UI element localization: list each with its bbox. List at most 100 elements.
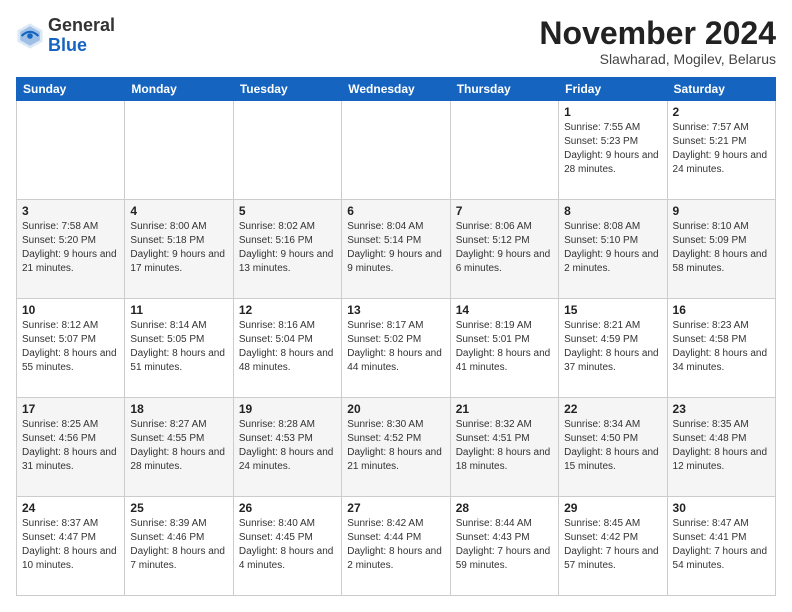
day-number: 1 bbox=[564, 105, 661, 119]
day-number: 29 bbox=[564, 501, 661, 515]
day-number: 11 bbox=[130, 303, 227, 317]
table-row: 1 Sunrise: 7:55 AMSunset: 5:23 PMDaylight… bbox=[559, 101, 667, 200]
day-info: Sunrise: 7:55 AMSunset: 5:23 PMDaylight:… bbox=[564, 122, 659, 175]
table-row bbox=[342, 101, 450, 200]
day-number: 12 bbox=[239, 303, 336, 317]
day-info: Sunrise: 8:16 AMSunset: 5:04 PMDaylight:… bbox=[239, 320, 334, 373]
calendar-week-row: 10 Sunrise: 8:12 AMSunset: 5:07 PMDayligh… bbox=[17, 299, 776, 398]
table-row: 11 Sunrise: 8:14 AMSunset: 5:05 PMDayligh… bbox=[125, 299, 233, 398]
day-number: 22 bbox=[564, 402, 661, 416]
day-info: Sunrise: 7:57 AMSunset: 5:21 PMDaylight:… bbox=[673, 122, 768, 175]
day-info: Sunrise: 8:23 AMSunset: 4:58 PMDaylight:… bbox=[673, 320, 768, 373]
day-number: 16 bbox=[673, 303, 770, 317]
day-info: Sunrise: 8:30 AMSunset: 4:52 PMDaylight:… bbox=[347, 419, 442, 472]
table-row: 14Sunrise: 8:19 AMSunset: 5:01 PMDayligh… bbox=[450, 299, 558, 398]
table-row: 8 Sunrise: 8:08 AMSunset: 5:10 PMDaylight… bbox=[559, 200, 667, 299]
logo-icon bbox=[16, 22, 44, 50]
day-number: 19 bbox=[239, 402, 336, 416]
calendar-table: Sunday Monday Tuesday Wednesday Thursday… bbox=[16, 77, 776, 596]
table-row: 2 Sunrise: 7:57 AMSunset: 5:21 PMDaylight… bbox=[667, 101, 775, 200]
table-row: 23 Sunrise: 8:35 AMSunset: 4:48 PMDayligh… bbox=[667, 398, 775, 497]
table-row: 27 Sunrise: 8:42 AMSunset: 4:44 PMDayligh… bbox=[342, 497, 450, 596]
day-number: 6 bbox=[347, 204, 444, 218]
day-number: 20 bbox=[347, 402, 444, 416]
day-info: Sunrise: 8:21 AMSunset: 4:59 PMDaylight:… bbox=[564, 320, 659, 373]
table-row: 22 Sunrise: 8:34 AMSunset: 4:50 PMDayligh… bbox=[559, 398, 667, 497]
day-number: 27 bbox=[347, 501, 444, 515]
day-info: Sunrise: 8:40 AMSunset: 4:45 PMDaylight:… bbox=[239, 518, 334, 571]
day-number: 10 bbox=[22, 303, 119, 317]
calendar-week-row: 17 Sunrise: 8:25 AMSunset: 4:56 PMDayligh… bbox=[17, 398, 776, 497]
calendar-header-row: Sunday Monday Tuesday Wednesday Thursday… bbox=[17, 78, 776, 101]
day-info: Sunrise: 8:08 AMSunset: 5:10 PMDaylight:… bbox=[564, 221, 659, 274]
col-sunday: Sunday bbox=[17, 78, 125, 101]
table-row bbox=[17, 101, 125, 200]
day-info: Sunrise: 8:39 AMSunset: 4:46 PMDaylight:… bbox=[130, 518, 225, 571]
calendar-week-row: 1 Sunrise: 7:55 AMSunset: 5:23 PMDaylight… bbox=[17, 101, 776, 200]
day-number: 17 bbox=[22, 402, 119, 416]
calendar-week-row: 3Sunrise: 7:58 AMSunset: 5:20 PMDaylight… bbox=[17, 200, 776, 299]
day-info: Sunrise: 8:25 AMSunset: 4:56 PMDaylight:… bbox=[22, 419, 117, 472]
table-row: 26 Sunrise: 8:40 AMSunset: 4:45 PMDayligh… bbox=[233, 497, 341, 596]
day-number: 28 bbox=[456, 501, 553, 515]
day-info: Sunrise: 8:06 AMSunset: 5:12 PMDaylight:… bbox=[456, 221, 551, 274]
day-number: 7 bbox=[456, 204, 553, 218]
col-monday: Monday bbox=[125, 78, 233, 101]
table-row: 4 Sunrise: 8:00 AMSunset: 5:18 PMDaylight… bbox=[125, 200, 233, 299]
table-row bbox=[233, 101, 341, 200]
day-number: 24 bbox=[22, 501, 119, 515]
table-row: 28 Sunrise: 8:44 AMSunset: 4:43 PMDayligh… bbox=[450, 497, 558, 596]
logo-blue: Blue bbox=[48, 36, 115, 56]
logo-text: General Blue bbox=[48, 16, 115, 56]
day-info: Sunrise: 8:19 AMSunset: 5:01 PMDaylight:… bbox=[456, 320, 551, 373]
table-row: 7 Sunrise: 8:06 AMSunset: 5:12 PMDaylight… bbox=[450, 200, 558, 299]
day-number: 2 bbox=[673, 105, 770, 119]
table-row: 3Sunrise: 7:58 AMSunset: 5:20 PMDaylight… bbox=[17, 200, 125, 299]
day-info: Sunrise: 8:14 AMSunset: 5:05 PMDaylight:… bbox=[130, 320, 225, 373]
table-row: 10 Sunrise: 8:12 AMSunset: 5:07 PMDayligh… bbox=[17, 299, 125, 398]
day-number: 25 bbox=[130, 501, 227, 515]
table-row bbox=[125, 101, 233, 200]
table-row: 19Sunrise: 8:28 AMSunset: 4:53 PMDayligh… bbox=[233, 398, 341, 497]
month-title: November 2024 bbox=[539, 16, 776, 51]
day-number: 13 bbox=[347, 303, 444, 317]
day-info: Sunrise: 8:02 AMSunset: 5:16 PMDaylight:… bbox=[239, 221, 334, 274]
day-info: Sunrise: 8:10 AMSunset: 5:09 PMDaylight:… bbox=[673, 221, 768, 274]
day-number: 18 bbox=[130, 402, 227, 416]
day-number: 9 bbox=[673, 204, 770, 218]
day-info: Sunrise: 8:44 AMSunset: 4:43 PMDaylight:… bbox=[456, 518, 551, 571]
location-subtitle: Slawharad, Mogilev, Belarus bbox=[539, 51, 776, 67]
calendar-week-row: 24 Sunrise: 8:37 AMSunset: 4:47 PMDayligh… bbox=[17, 497, 776, 596]
day-info: Sunrise: 8:04 AMSunset: 5:14 PMDaylight:… bbox=[347, 221, 442, 274]
day-number: 4 bbox=[130, 204, 227, 218]
table-row: 9 Sunrise: 8:10 AMSunset: 5:09 PMDaylight… bbox=[667, 200, 775, 299]
table-row: 17 Sunrise: 8:25 AMSunset: 4:56 PMDayligh… bbox=[17, 398, 125, 497]
day-info: Sunrise: 8:37 AMSunset: 4:47 PMDaylight:… bbox=[22, 518, 117, 571]
header: General Blue November 2024 Slawharad, Mo… bbox=[16, 16, 776, 67]
col-wednesday: Wednesday bbox=[342, 78, 450, 101]
day-number: 23 bbox=[673, 402, 770, 416]
day-info: Sunrise: 8:32 AMSunset: 4:51 PMDaylight:… bbox=[456, 419, 551, 472]
day-number: 30 bbox=[673, 501, 770, 515]
logo: General Blue bbox=[16, 16, 115, 56]
table-row bbox=[450, 101, 558, 200]
table-row: 25 Sunrise: 8:39 AMSunset: 4:46 PMDayligh… bbox=[125, 497, 233, 596]
day-number: 26 bbox=[239, 501, 336, 515]
table-row: 16 Sunrise: 8:23 AMSunset: 4:58 PMDayligh… bbox=[667, 299, 775, 398]
day-number: 8 bbox=[564, 204, 661, 218]
day-number: 15 bbox=[564, 303, 661, 317]
col-tuesday: Tuesday bbox=[233, 78, 341, 101]
table-row: 13Sunrise: 8:17 AMSunset: 5:02 PMDayligh… bbox=[342, 299, 450, 398]
day-info: Sunrise: 8:35 AMSunset: 4:48 PMDaylight:… bbox=[673, 419, 768, 472]
title-block: November 2024 Slawharad, Mogilev, Belaru… bbox=[539, 16, 776, 67]
day-info: Sunrise: 8:42 AMSunset: 4:44 PMDaylight:… bbox=[347, 518, 442, 571]
day-info: Sunrise: 8:27 AMSunset: 4:55 PMDaylight:… bbox=[130, 419, 225, 472]
day-info: Sunrise: 8:12 AMSunset: 5:07 PMDaylight:… bbox=[22, 320, 117, 373]
day-info: Sunrise: 8:45 AMSunset: 4:42 PMDaylight:… bbox=[564, 518, 659, 571]
day-info: Sunrise: 8:00 AMSunset: 5:18 PMDaylight:… bbox=[130, 221, 225, 274]
table-row: 24 Sunrise: 8:37 AMSunset: 4:47 PMDayligh… bbox=[17, 497, 125, 596]
day-info: Sunrise: 8:34 AMSunset: 4:50 PMDaylight:… bbox=[564, 419, 659, 472]
page: General Blue November 2024 Slawharad, Mo… bbox=[0, 0, 792, 612]
day-number: 21 bbox=[456, 402, 553, 416]
table-row: 5Sunrise: 8:02 AMSunset: 5:16 PMDaylight… bbox=[233, 200, 341, 299]
